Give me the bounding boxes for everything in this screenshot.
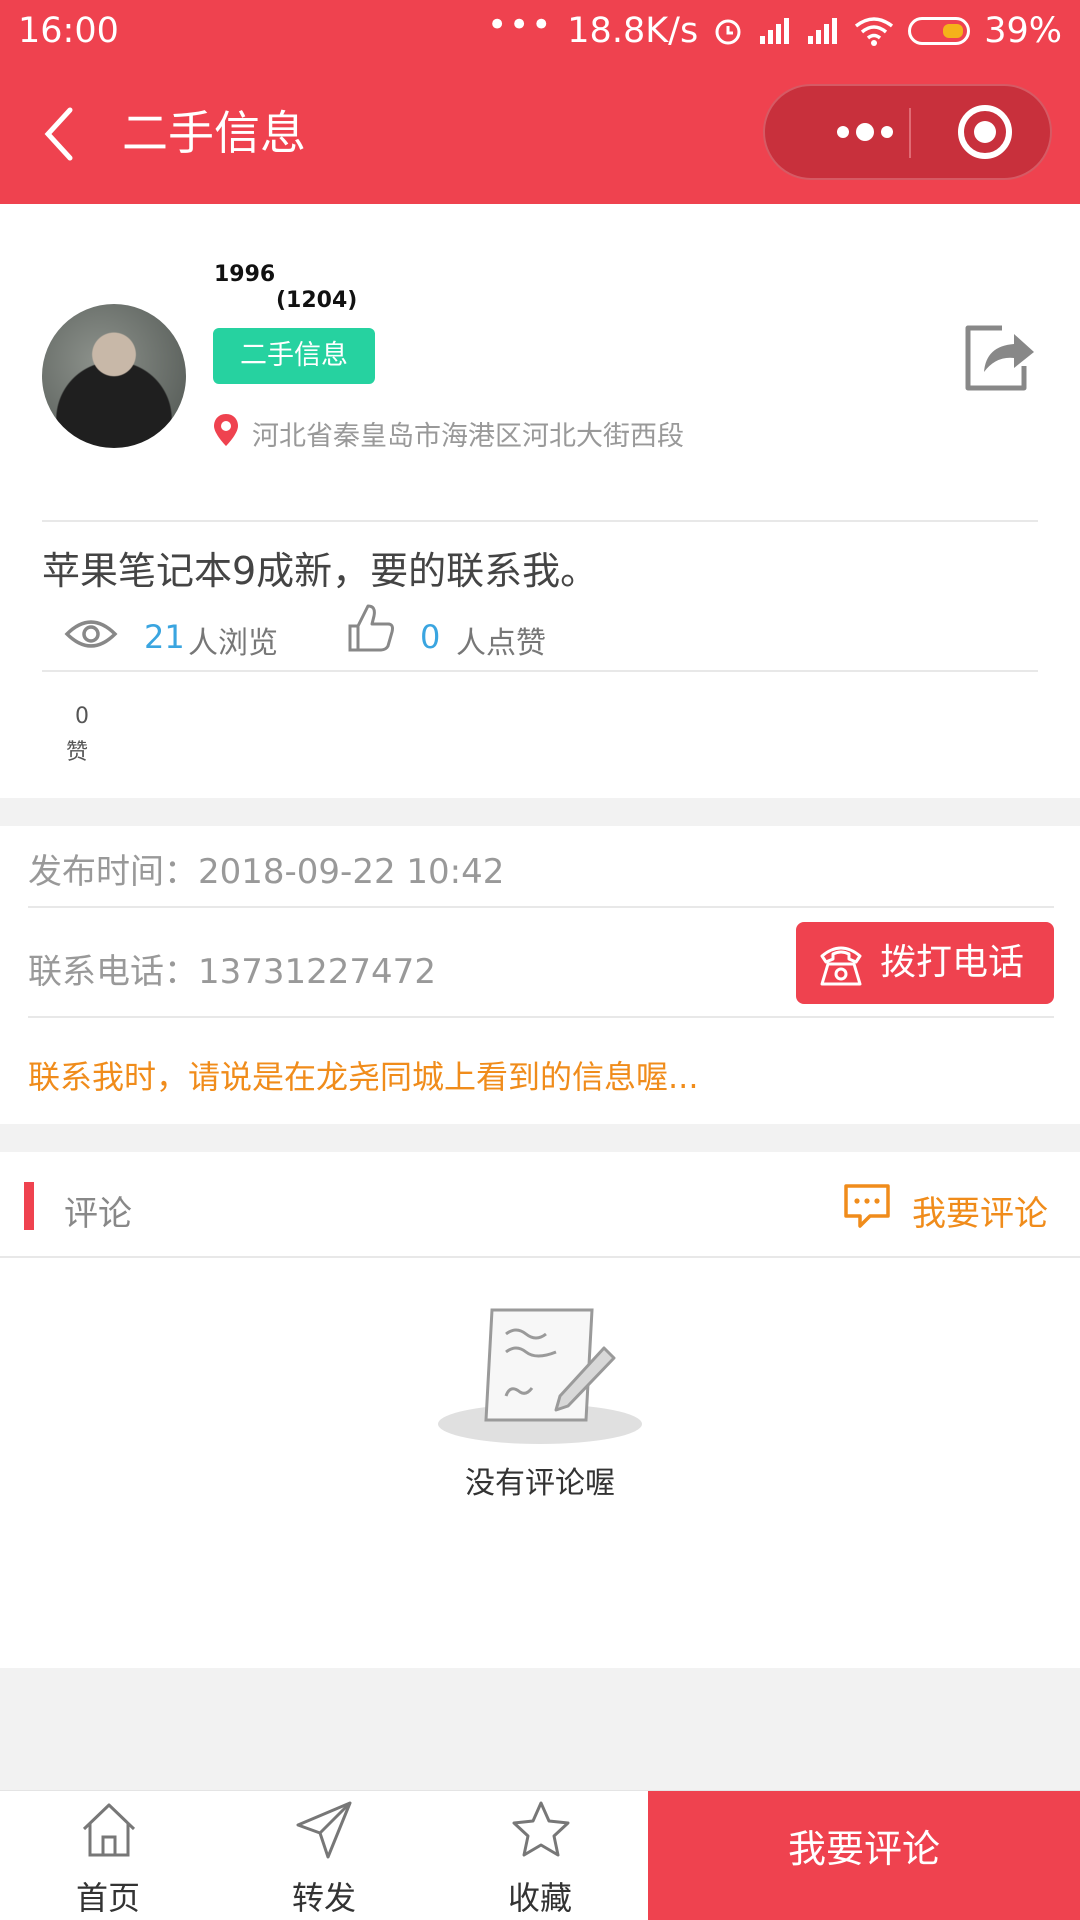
wifi-icon — [855, 17, 894, 46]
signal-hd-icon — [808, 18, 838, 44]
top-bar: 16:00 ••• 18.8K/s 39% 二手信息 — [0, 0, 1080, 204]
avatar[interactable] — [42, 304, 186, 448]
divider — [28, 906, 1054, 908]
comment-bubble-icon[interactable] — [842, 1182, 892, 1230]
star-icon — [512, 1801, 570, 1857]
post-content: 苹果笔记本9成新，要的联系我。 — [42, 549, 599, 593]
tab-favorite[interactable]: 收藏 — [470, 1791, 610, 1920]
tab-home-label: 首页 — [75, 1879, 140, 1917]
battery-percent: 39% — [984, 11, 1062, 51]
location-pin-icon — [214, 414, 238, 446]
tab-favorite-label: 收藏 — [507, 1879, 572, 1917]
write-comment-button[interactable]: 我要评论 — [648, 1791, 1080, 1920]
more-dots-icon[interactable] — [815, 86, 915, 178]
info-section: 发布时间：2018-09-22 10:42 联系电话：13731227472 拨… — [0, 826, 1080, 1124]
target-circle-icon[interactable] — [955, 102, 1015, 162]
notification-dots-icon: ••• — [487, 5, 554, 45]
divider — [28, 1016, 1054, 1018]
send-icon — [296, 1801, 352, 1859]
chevron-left-icon[interactable] — [38, 104, 78, 164]
comments-title: 评论 — [64, 1194, 132, 1234]
zan-count: 0 — [75, 704, 89, 729]
section-marker — [24, 1182, 34, 1230]
publish-time: 发布时间：2018-09-22 10:42 — [28, 852, 505, 892]
thumbs-up-icon[interactable] — [346, 602, 396, 654]
capsule-separator — [909, 108, 911, 158]
phone-icon — [820, 946, 862, 986]
empty-comments-text: 没有评论喔 — [465, 1466, 615, 1501]
user-id: (1204) — [276, 288, 358, 313]
empty-comments-icon — [438, 1308, 642, 1444]
status-bar: 16:00 ••• 18.8K/s 39% — [0, 0, 1080, 62]
battery-icon — [908, 17, 971, 45]
tab-home[interactable]: 首页 — [38, 1791, 178, 1920]
category-badge: 二手信息 — [213, 328, 375, 384]
views-count: 21 — [144, 618, 185, 656]
contact-phone: 联系电话：13731227472 — [28, 952, 436, 992]
eye-icon — [64, 620, 118, 648]
home-icon — [82, 1803, 136, 1857]
comments-section: 评论 我要评论 没有评论喔 — [0, 1152, 1080, 1668]
network-speed: 18.8K/s — [567, 11, 699, 51]
signal-icon — [760, 18, 790, 44]
location-text: 河北省秦皇岛市海港区河北大街西段 — [252, 421, 684, 452]
post-card: 1996 (1204) 二手信息 河北省秦皇岛市海港区河北大街西段 苹果笔记本9… — [0, 204, 1080, 798]
likes-label: 人点赞 — [456, 626, 546, 661]
tab-forward-label: 转发 — [291, 1879, 356, 1917]
contact-tip: 联系我时，请说是在龙尧同城上看到的信息喔... — [28, 1058, 699, 1096]
user-name: 1996 — [214, 262, 276, 287]
divider — [0, 1256, 1080, 1258]
tab-forward[interactable]: 转发 — [254, 1791, 394, 1920]
views-label: 人浏览 — [188, 626, 278, 661]
share-icon[interactable] — [962, 322, 1038, 394]
alarm-icon — [715, 19, 741, 45]
write-comment-link[interactable]: 我要评论 — [912, 1186, 1048, 1235]
mini-program-capsule — [763, 84, 1052, 180]
zan-label[interactable]: 赞 — [66, 734, 88, 766]
nav-bar: 二手信息 — [0, 62, 1080, 204]
call-button-label: 拨打电话 — [880, 942, 1025, 983]
divider — [42, 670, 1038, 672]
page-title: 二手信息 — [122, 106, 306, 160]
status-time: 16:00 — [18, 11, 119, 51]
divider — [42, 520, 1038, 522]
bottom-bar: 首页 转发 收藏 我要评论 — [0, 1790, 1080, 1920]
call-button[interactable]: 拨打电话 — [796, 922, 1054, 1004]
status-right: ••• 18.8K/s 39% — [487, 0, 1062, 62]
likes-count: 0 — [420, 618, 441, 656]
